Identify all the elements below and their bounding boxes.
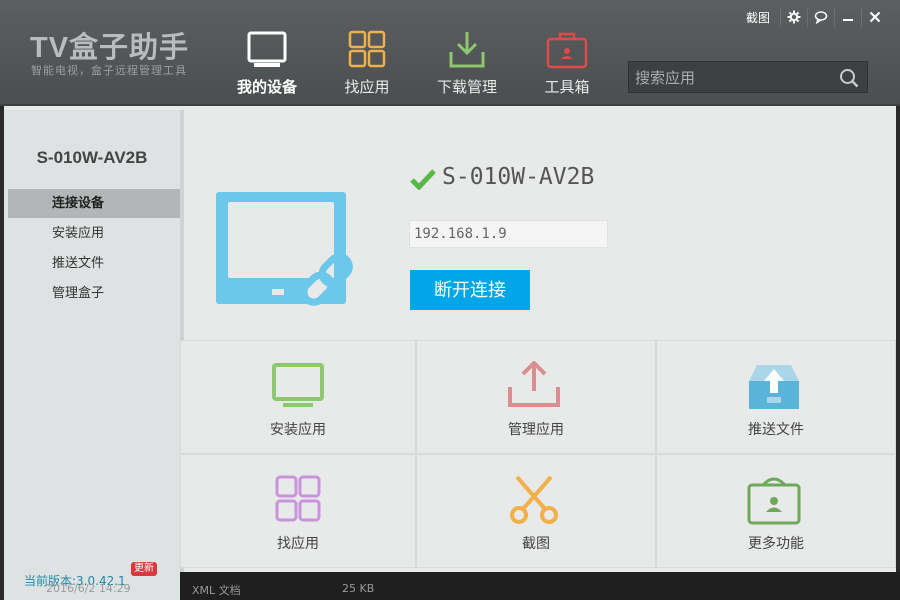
top-bar: TV盒子助手 智能电视，盒子远程管理工具 截图 我的设备 找应用 下载管理 工具…	[0, 0, 900, 106]
tile-label: 更多功能	[748, 536, 804, 552]
update-badge[interactable]: 更新	[131, 562, 157, 576]
nav-download-manager[interactable]: 下载管理	[422, 30, 512, 100]
device-panel: S-010W-AV2B 192.168.1.9 断开连接	[180, 106, 896, 340]
push-file-icon	[749, 365, 799, 409]
sidebar-item-connect-device[interactable]: 连接设备	[8, 189, 180, 218]
ip-address-field: 192.168.1.9	[409, 220, 608, 248]
nav-find-apps[interactable]: 找应用	[322, 30, 412, 100]
background-window-strip: 2016/6/2 14:29 XML 文档 25 KB	[46, 572, 900, 600]
more-box-icon	[747, 477, 801, 525]
screenshot-link[interactable]: 截图	[746, 9, 770, 26]
sidebar: S-010W-AV2B 连接设备 安装应用 推送文件 管理盒子 当前版本:3.0…	[4, 110, 184, 600]
tile-label: 管理应用	[508, 422, 564, 438]
tile-label: 截图	[522, 536, 550, 552]
disconnect-button[interactable]: 断开连接	[410, 270, 530, 310]
tv-link-icon	[216, 192, 353, 306]
tile-install-apps[interactable]: 安装应用	[180, 340, 416, 454]
close-icon	[869, 11, 881, 23]
settings-button[interactable]	[780, 7, 807, 27]
sidebar-item-manage-box[interactable]: 管理盒子	[8, 279, 180, 308]
find-apps-grid-icon	[275, 475, 321, 522]
bg-row-type: XML 文档	[192, 584, 241, 597]
app-logo-subtitle: 智能电视，盒子远程管理工具	[31, 64, 187, 77]
minimize-icon	[843, 19, 853, 21]
apps-grid-icon	[348, 30, 386, 68]
window-controls: 截图	[746, 6, 888, 28]
feedback-button[interactable]	[807, 7, 834, 27]
tv-icon	[247, 31, 287, 67]
tile-more-features[interactable]: 更多功能	[656, 454, 896, 568]
bg-row-size: 25 KB	[342, 582, 375, 595]
monitor-install-icon	[272, 363, 324, 407]
tile-label: 找应用	[277, 536, 319, 552]
sidebar-item-install-apps[interactable]: 安装应用	[8, 219, 180, 248]
app-logo-title: TV盒子助手	[30, 32, 190, 64]
bg-row-date: 2016/6/2 14:29	[46, 582, 131, 595]
search-input[interactable]	[633, 66, 827, 90]
chat-icon	[814, 11, 828, 24]
sidebar-device-name: S-010W-AV2B	[36, 148, 148, 167]
close-button[interactable]	[861, 7, 888, 27]
nav-label: 我的设备	[236, 78, 297, 96]
app-window: TV盒子助手 智能电视，盒子远程管理工具 截图 我的设备 找应用 下载管理 工具…	[0, 0, 900, 600]
nav-label: 下载管理	[436, 78, 497, 96]
tile-find-apps[interactable]: 找应用	[180, 454, 416, 568]
nav-label: 找应用	[344, 78, 390, 96]
download-icon	[449, 32, 485, 68]
tile-manage-apps[interactable]: 管理应用	[416, 340, 656, 454]
scissors-icon	[510, 475, 558, 524]
tile-push-files[interactable]: 推送文件	[656, 340, 896, 454]
sidebar-item-push-files[interactable]: 推送文件	[8, 249, 180, 278]
search-icon[interactable]	[839, 68, 859, 88]
nav-toolbox[interactable]: 工具箱	[522, 30, 612, 100]
tile-label: 安装应用	[270, 422, 326, 438]
search-box	[628, 61, 868, 93]
feature-grid: 安装应用 管理应用 推送文件 找应用 截图 更多功能	[180, 340, 896, 570]
nav-label: 工具箱	[544, 78, 590, 96]
gear-icon	[787, 10, 801, 24]
main-content: S-010W-AV2B 连接设备 安装应用 推送文件 管理盒子 当前版本:3.0…	[4, 106, 896, 600]
tile-label: 推送文件	[748, 422, 804, 438]
tile-screenshot[interactable]: 截图	[416, 454, 656, 568]
upload-tray-icon	[508, 361, 560, 407]
toolbox-icon	[546, 32, 588, 69]
check-icon	[410, 169, 436, 190]
connected-device-name: S-010W-AV2B	[442, 164, 595, 190]
nav-my-devices[interactable]: 我的设备	[222, 30, 312, 100]
minimize-button[interactable]	[834, 7, 861, 27]
